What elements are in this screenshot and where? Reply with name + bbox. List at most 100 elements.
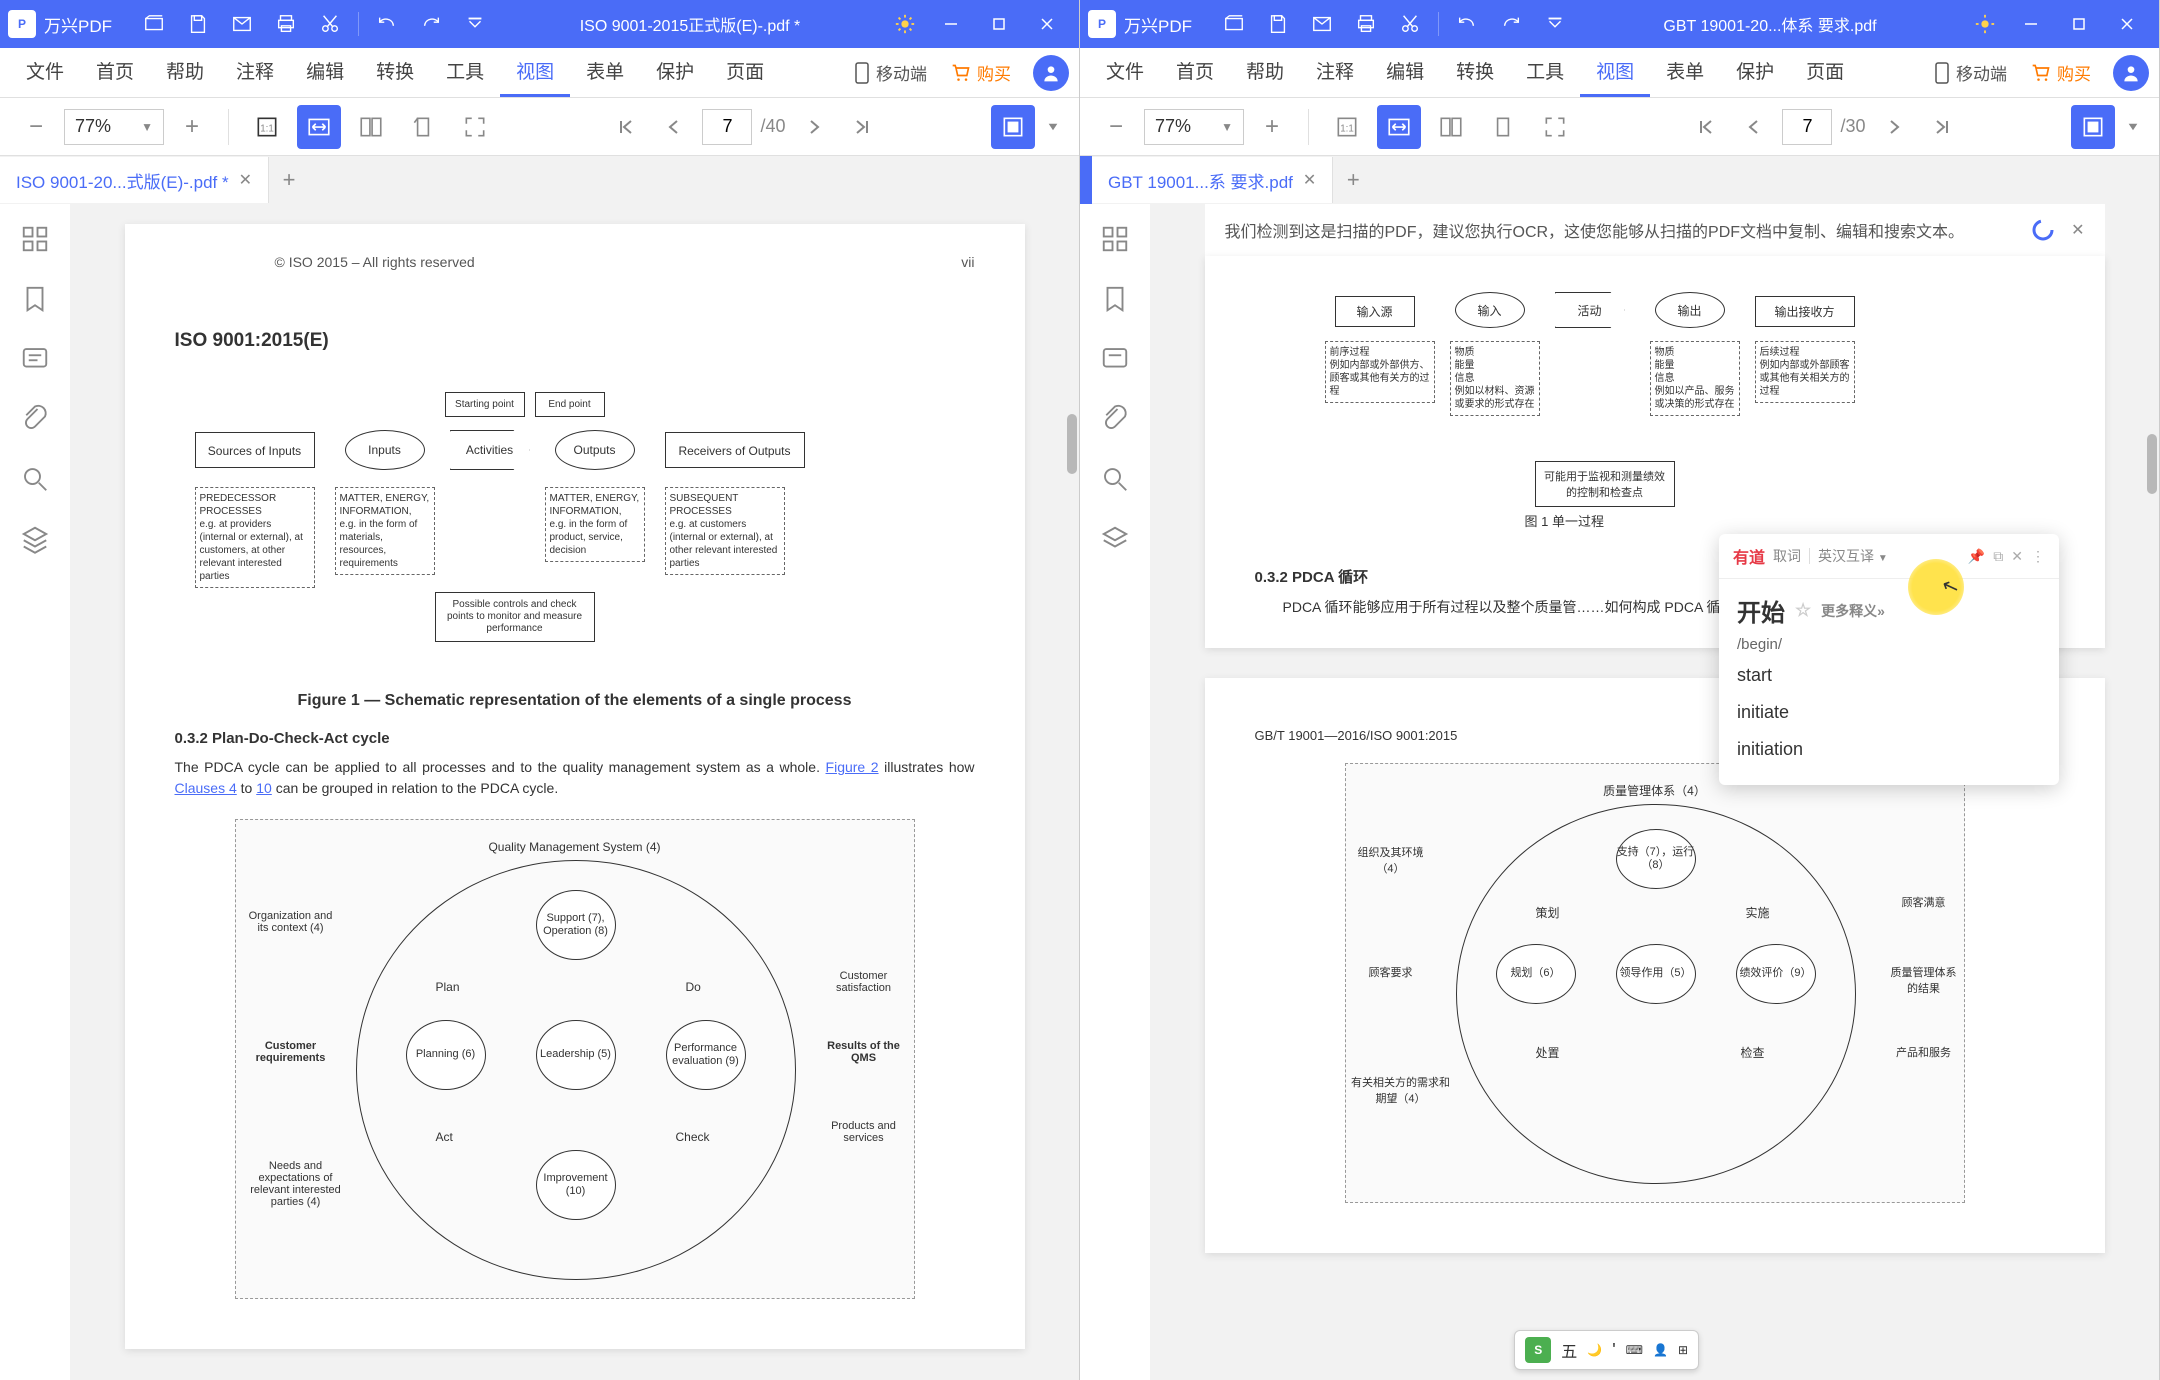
link-10[interactable]: 10 — [256, 780, 272, 796]
cut-icon[interactable] — [1388, 0, 1432, 48]
read-mode-button[interactable] — [2071, 105, 2115, 149]
ime-mode[interactable]: 五 — [1561, 1338, 1577, 1362]
view-more-button[interactable] — [1043, 105, 1063, 149]
pin-icon[interactable]: 📌 — [1968, 548, 1985, 565]
menu-form[interactable]: 表单 — [570, 49, 640, 97]
document-tab[interactable]: ISO 9001-20...式版(E)-.pdf * ✕ — [0, 157, 269, 203]
thumbnails-icon[interactable] — [20, 224, 50, 254]
word-lookup-label[interactable]: 取词 — [1773, 546, 1801, 566]
zoom-level[interactable]: 77%▼ — [64, 109, 164, 145]
sun-icon[interactable] — [883, 0, 927, 48]
fit-width-button[interactable] — [1377, 105, 1421, 149]
popup-close-icon[interactable]: ✕ — [2011, 548, 2023, 565]
search-icon[interactable] — [20, 464, 50, 494]
open-icon[interactable] — [1212, 0, 1256, 48]
language-pair[interactable]: 英汉互译 ▼ — [1818, 546, 1888, 566]
page-number-input[interactable] — [702, 109, 752, 145]
tab-add-button[interactable]: + — [1333, 167, 1373, 193]
fullscreen-button[interactable] — [453, 105, 497, 149]
link-figure-2[interactable]: Figure 2 — [826, 759, 879, 775]
zoom-level[interactable]: 77%▼ — [1144, 109, 1244, 145]
document-tab[interactable]: GBT 19001...系 要求.pdf ✕ — [1092, 157, 1333, 203]
tab-add-button[interactable]: + — [269, 167, 309, 193]
redo-icon[interactable] — [1489, 0, 1533, 48]
fit-width-button[interactable] — [297, 105, 341, 149]
tab-handle[interactable] — [1080, 156, 1092, 204]
scrollbar-thumb[interactable] — [1067, 414, 1077, 474]
tab-close-button[interactable]: ✕ — [1303, 170, 1316, 190]
bookmark-icon[interactable] — [1100, 284, 1130, 314]
link-clauses-4[interactable]: Clauses 4 — [175, 780, 237, 796]
first-page-button[interactable] — [1686, 118, 1726, 136]
fullscreen-button[interactable] — [1533, 105, 1577, 149]
menu-view[interactable]: 视图 — [1580, 49, 1650, 97]
maximize-button[interactable] — [975, 0, 1023, 48]
bookmark-icon[interactable] — [20, 284, 50, 314]
ime-comma-icon[interactable]: ' — [1612, 1340, 1615, 1361]
menu-annotate[interactable]: 注释 — [1300, 49, 1370, 97]
last-page-button[interactable] — [842, 118, 882, 136]
rotate-button[interactable] — [1481, 105, 1525, 149]
fit-actual-button[interactable]: 1:1 — [245, 105, 289, 149]
next-page-button[interactable] — [794, 118, 834, 136]
menu-convert[interactable]: 转换 — [1440, 49, 1510, 97]
menu-form[interactable]: 表单 — [1650, 49, 1720, 97]
menu-view[interactable]: 视图 — [500, 49, 570, 97]
buy-button[interactable]: 购买 — [2019, 60, 2103, 85]
ime-keyboard-icon[interactable]: ⌨ — [1626, 1343, 1643, 1357]
menu-file[interactable]: 文件 — [1090, 49, 1160, 97]
open-icon[interactable] — [132, 0, 176, 48]
redo-icon[interactable] — [409, 0, 453, 48]
page-number-input[interactable] — [1782, 109, 1832, 145]
tab-close-button[interactable]: ✕ — [239, 170, 252, 190]
ime-toolbar[interactable]: S 五 🌙 ' ⌨ 👤 ⊞ — [1514, 1330, 1699, 1370]
last-page-button[interactable] — [1922, 118, 1962, 136]
fit-actual-button[interactable]: 1:1 — [1325, 105, 1369, 149]
view-more-button[interactable] — [2123, 105, 2143, 149]
maximize-button[interactable] — [2055, 0, 2103, 48]
menu-protect[interactable]: 保护 — [1720, 49, 1790, 97]
prev-page-button[interactable] — [1734, 118, 1774, 136]
close-button[interactable] — [2103, 0, 2151, 48]
layers-icon[interactable] — [20, 524, 50, 554]
mobile-link[interactable]: 移动端 — [1922, 60, 2019, 85]
comments-icon[interactable] — [20, 344, 50, 374]
more-icon[interactable] — [1533, 0, 1577, 48]
two-page-button[interactable] — [1429, 105, 1473, 149]
menu-page[interactable]: 页面 — [1790, 49, 1860, 97]
buy-button[interactable]: 购买 — [939, 60, 1023, 85]
sun-icon[interactable] — [1963, 0, 2007, 48]
thumbnails-icon[interactable] — [1100, 224, 1130, 254]
minimize-button[interactable] — [2007, 0, 2055, 48]
first-page-button[interactable] — [606, 118, 646, 136]
ime-user-icon[interactable]: 👤 — [1653, 1343, 1668, 1357]
read-mode-button[interactable] — [991, 105, 1035, 149]
scrollbar-thumb[interactable] — [2147, 434, 2157, 494]
mail-icon[interactable] — [220, 0, 264, 48]
zoom-out-button[interactable]: − — [16, 107, 56, 147]
mobile-link[interactable]: 移动端 — [842, 60, 939, 85]
zoom-in-button[interactable]: + — [172, 107, 212, 147]
copy-icon[interactable]: ⧉ — [1993, 548, 2003, 565]
attachments-icon[interactable] — [20, 404, 50, 434]
print-icon[interactable] — [264, 0, 308, 48]
menu-home[interactable]: 首页 — [80, 49, 150, 97]
undo-icon[interactable] — [365, 0, 409, 48]
menu-tools[interactable]: 工具 — [1510, 49, 1580, 97]
attachments-icon[interactable] — [1100, 404, 1130, 434]
rotate-button[interactable] — [401, 105, 445, 149]
menu-help[interactable]: 帮助 — [150, 49, 220, 97]
mail-icon[interactable] — [1300, 0, 1344, 48]
menu-help[interactable]: 帮助 — [1230, 49, 1300, 97]
menu-protect[interactable]: 保护 — [640, 49, 710, 97]
menu-page[interactable]: 页面 — [710, 49, 780, 97]
favorite-star-icon[interactable]: ☆ — [1795, 600, 1811, 621]
undo-icon[interactable] — [1445, 0, 1489, 48]
save-icon[interactable] — [1256, 0, 1300, 48]
close-button[interactable] — [1023, 0, 1071, 48]
comments-icon[interactable] — [1100, 344, 1130, 374]
next-page-button[interactable] — [1874, 118, 1914, 136]
menu-edit[interactable]: 编辑 — [290, 49, 360, 97]
search-icon[interactable] — [1100, 464, 1130, 494]
menu-convert[interactable]: 转换 — [360, 49, 430, 97]
